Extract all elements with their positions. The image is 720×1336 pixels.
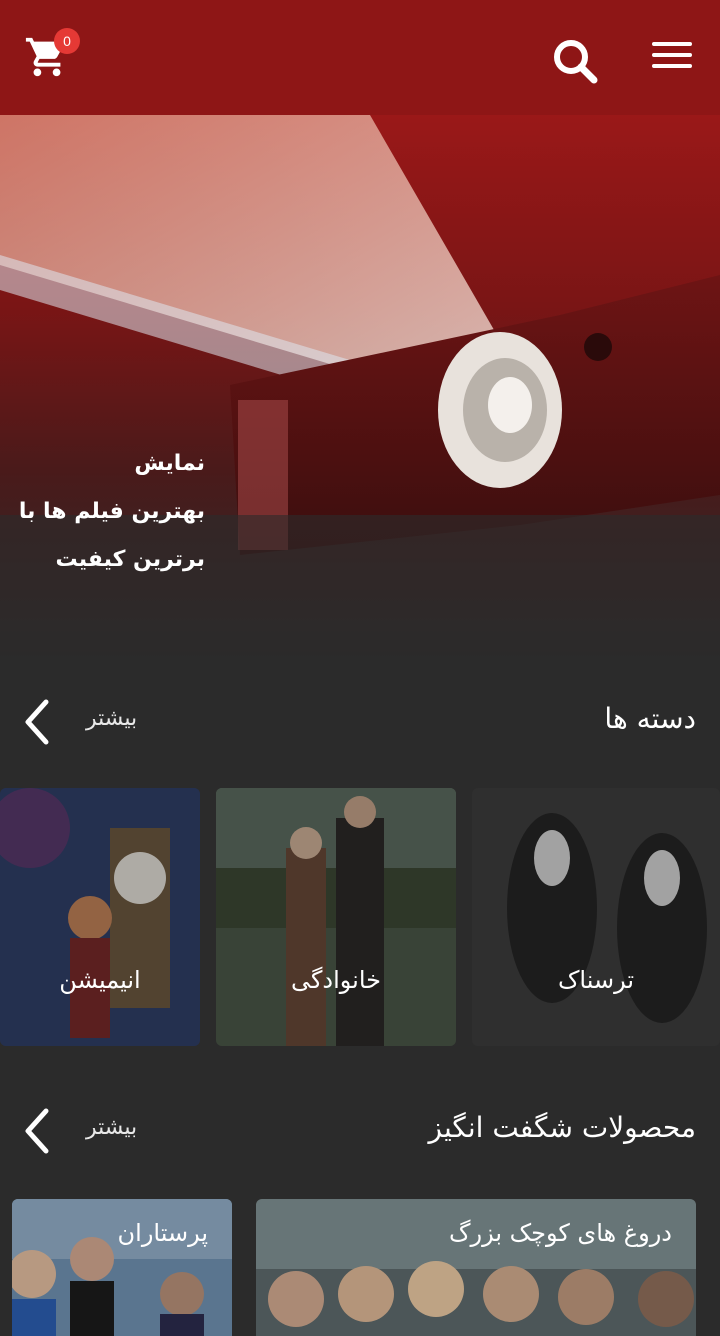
hero-line-3: برترین کیفیت (55, 547, 206, 572)
category-label-animation: انیمیشن (59, 966, 141, 994)
category-card-animation[interactable]: انیمیشن (0, 788, 200, 1046)
hero-line-1: نمایش (134, 451, 205, 476)
cart-button[interactable]: 0 (24, 28, 80, 82)
chevron-left-icon[interactable] (22, 698, 52, 746)
products-header: محصولات شگفت انگیز بیشتر (0, 1101, 720, 1161)
product-card-big-little-lies[interactable]: دروغ های کوچک بزرگ (256, 1199, 696, 1336)
categories-more-link[interactable]: بیشتر (86, 706, 137, 731)
category-label-horror: ترسناک (557, 966, 635, 994)
search-icon (554, 40, 598, 84)
menu-icon (652, 42, 692, 46)
products-more-link[interactable]: بیشتر (86, 1115, 137, 1140)
category-card-family[interactable]: خانوادگی (216, 788, 456, 1046)
hero-line-2: بهترین فیلم ها با (18, 499, 205, 524)
products-title: محصولات شگفت انگیز (428, 1111, 696, 1144)
categories-title: دسته ها (604, 702, 696, 735)
menu-button[interactable] (652, 42, 692, 72)
cart-count-badge: 0 (54, 28, 80, 54)
category-label-family: خانوادگی (290, 966, 381, 994)
chevron-left-icon[interactable] (22, 1107, 52, 1155)
category-image-horror (472, 788, 720, 1046)
product-label-nurses: پرستاران (117, 1219, 208, 1247)
hero-banner[interactable]: نمایش بهترین فیلم ها با برترین کیفیت (0, 115, 720, 660)
product-label-big-little-lies: دروغ های کوچک بزرگ (449, 1219, 672, 1247)
category-card-horror[interactable]: ترسناک (472, 788, 720, 1046)
hero-tagline: نمایش بهترین فیلم ها با برترین کیفیت (19, 440, 205, 584)
search-button[interactable] (550, 36, 600, 86)
product-card-nurses[interactable]: پرستاران (12, 1199, 232, 1336)
categories-header: دسته ها بیشتر (0, 692, 720, 752)
category-image-animation (0, 788, 200, 1046)
app-header: 0 (0, 0, 720, 115)
category-image-family (216, 788, 456, 1046)
